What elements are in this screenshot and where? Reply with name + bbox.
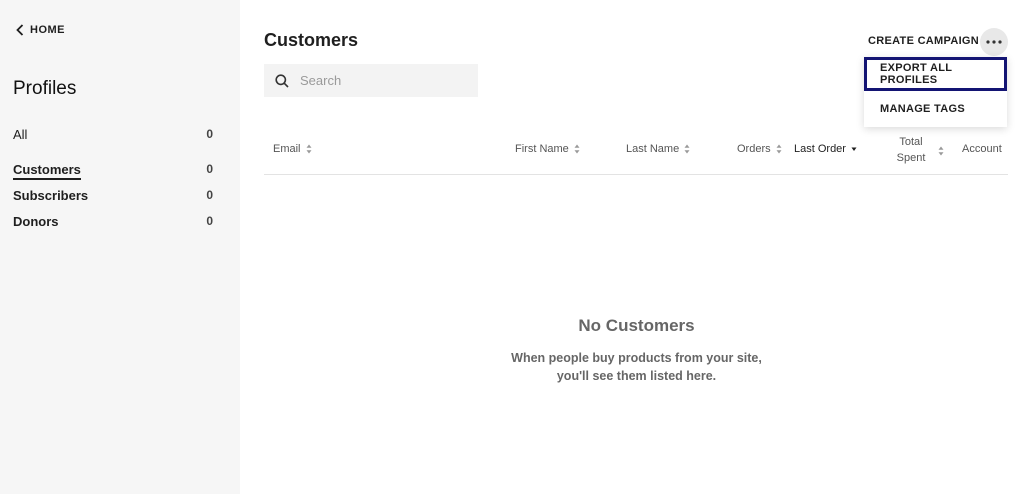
column-header-label-line-1: Total [899, 136, 923, 148]
column-header-total-spent[interactable]: Total Spent [896, 134, 926, 166]
column-header-label-line-2: Spent [896, 152, 926, 164]
sidebar-item-label: Donors [13, 214, 59, 229]
column-header-last-order[interactable]: Last Order [794, 143, 857, 155]
column-header-label: Orders [737, 143, 771, 155]
sidebar-item-label: Customers [13, 162, 81, 180]
more-horizontal-icon [986, 40, 1002, 44]
sidebar-item-all[interactable]: All 0 [13, 127, 213, 142]
column-header-orders[interactable]: Orders [737, 143, 782, 155]
column-header-label: Account [962, 143, 1002, 155]
more-options-button[interactable] [980, 28, 1008, 56]
page-title: Customers [264, 30, 359, 50]
sort-descending-icon [851, 147, 857, 151]
search-input[interactable] [298, 72, 462, 89]
sidebar: HOME Profiles All 0 Customers 0 Subscrib… [0, 0, 240, 494]
column-header-label: Last Order [794, 143, 846, 155]
sort-icon [306, 144, 312, 154]
sidebar-item-subscribers[interactable]: Subscribers 0 [13, 188, 213, 203]
sidebar-item-label: Subscribers [13, 188, 89, 203]
empty-state-title: No Customers [578, 316, 695, 335]
home-label: HOME [30, 24, 65, 36]
sidebar-item-count: 0 [206, 127, 213, 141]
empty-state-description: When people buy products from your site,… [511, 351, 762, 383]
sidebar-item-count: 0 [206, 188, 213, 202]
chevron-left-icon [16, 24, 24, 36]
sidebar-item-donors[interactable]: Donors 0 [13, 214, 213, 229]
column-header-account[interactable]: Account [962, 143, 1002, 155]
sort-icon [684, 144, 690, 154]
table-header-divider [264, 174, 1008, 175]
sidebar-item-count: 0 [206, 162, 213, 176]
sort-icon [574, 144, 580, 154]
sidebar-item-count: 0 [206, 214, 213, 228]
sidebar-title: Profiles [13, 78, 77, 99]
total-spent-sort-button[interactable] [938, 143, 944, 161]
create-campaign-button[interactable]: CREATE CAMPAIGN [868, 35, 979, 47]
export-all-profiles-menu-item[interactable]: EXPORT ALL PROFILES [864, 57, 1007, 91]
search-box[interactable] [264, 64, 478, 97]
column-header-label: First Name [515, 143, 569, 155]
column-header-email[interactable]: Email [273, 143, 312, 155]
column-header-last-name[interactable]: Last Name [626, 143, 690, 155]
options-dropdown-menu: EXPORT ALL PROFILES MANAGE TAGS [864, 57, 1007, 127]
sort-icon [938, 146, 944, 156]
column-header-first-name[interactable]: First Name [515, 143, 580, 155]
home-link[interactable]: HOME [16, 24, 65, 36]
column-header-label: Last Name [626, 143, 680, 155]
manage-tags-menu-item[interactable]: MANAGE TAGS [864, 92, 1007, 126]
sort-icon [776, 144, 782, 154]
column-header-label: Email [273, 143, 301, 155]
search-icon [275, 73, 289, 88]
sidebar-item-label: All [13, 127, 28, 142]
sidebar-item-customers[interactable]: Customers 0 [13, 162, 213, 180]
